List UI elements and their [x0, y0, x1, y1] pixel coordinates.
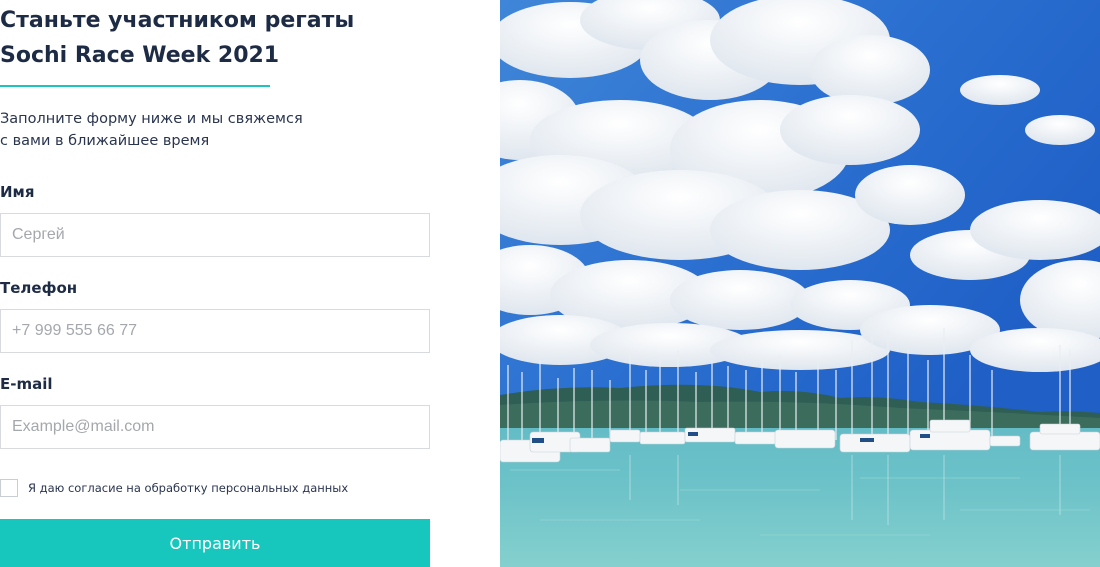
submit-button[interactable]: Отправить	[0, 519, 430, 567]
consent-checkbox[interactable]	[0, 479, 18, 497]
registration-form: Станьте участником регаты Sochi Race Wee…	[0, 0, 500, 567]
title-underline	[0, 85, 270, 87]
consent-label[interactable]: Я даю согласие на обработку персональных…	[28, 481, 348, 495]
name-label: Имя	[0, 183, 35, 201]
email-label: E-mail	[0, 375, 53, 393]
email-input[interactable]	[0, 405, 430, 449]
marina-photo	[500, 0, 1100, 567]
phone-label: Телефон	[0, 279, 78, 297]
form-title: Станьте участником регаты Sochi Race Wee…	[0, 8, 355, 68]
consent-row: Я даю согласие на обработку персональных…	[0, 479, 348, 497]
phone-input[interactable]	[0, 309, 430, 353]
name-input[interactable]	[0, 213, 430, 257]
form-subtitle: Заполните форму ниже и мы свяжемся с вам…	[0, 111, 303, 149]
